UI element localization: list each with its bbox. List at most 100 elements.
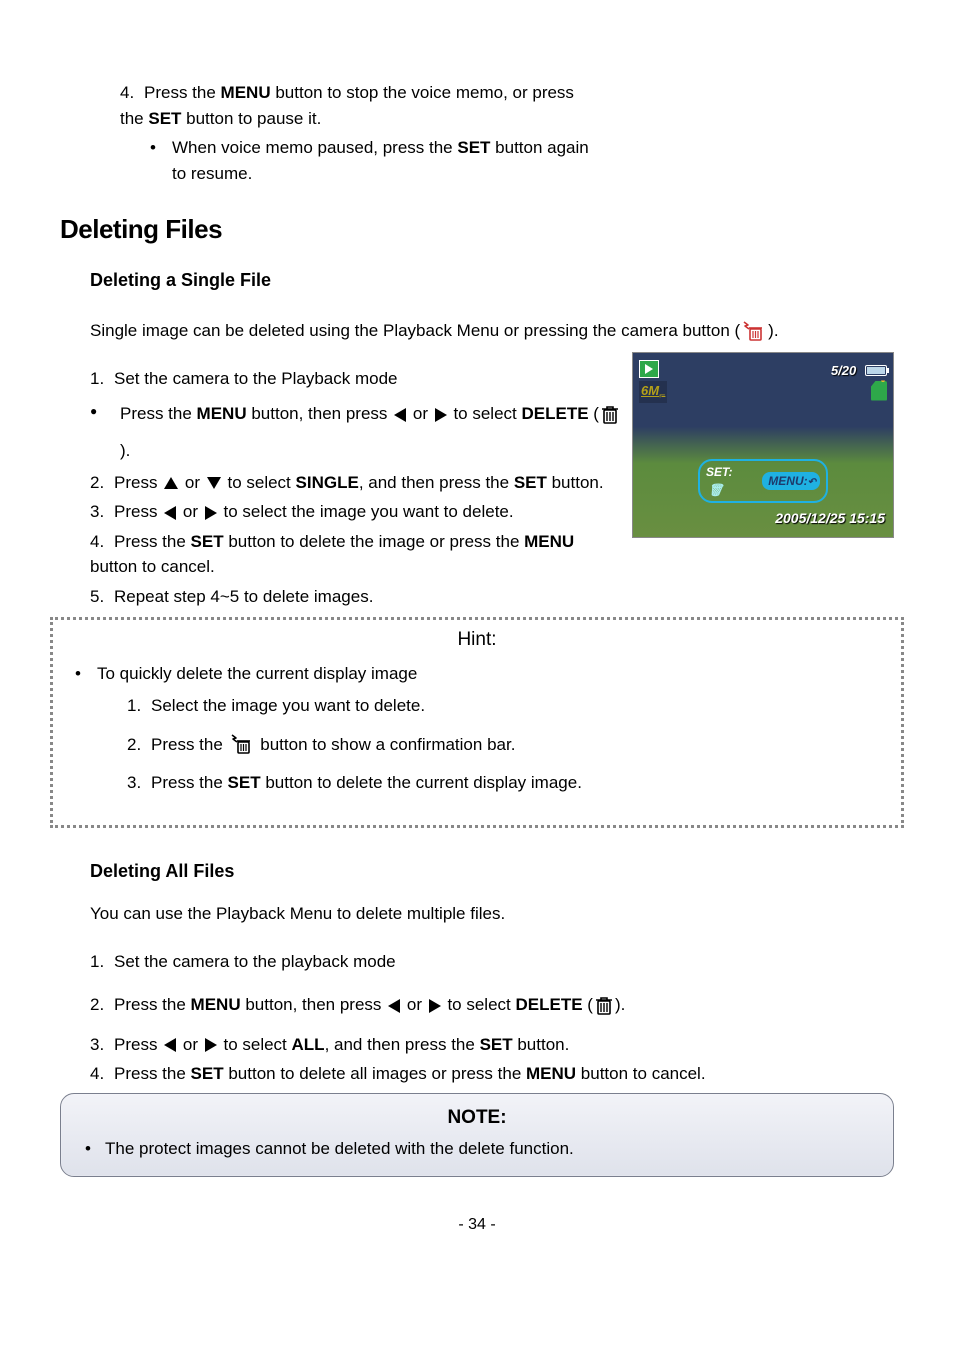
menu-label: MENU bbox=[526, 1064, 576, 1083]
text: ). bbox=[768, 321, 778, 340]
text: or bbox=[178, 502, 203, 521]
image-count: 5/20 bbox=[831, 363, 856, 378]
text: button to delete the current display ima… bbox=[261, 773, 582, 792]
text: Press the bbox=[120, 404, 197, 423]
right-arrow-icon bbox=[435, 408, 447, 422]
text: ( bbox=[583, 995, 593, 1014]
text: button to show a confirmation bar. bbox=[256, 735, 516, 754]
text: button to cancel. bbox=[90, 557, 215, 576]
set-label: SET bbox=[191, 1064, 224, 1083]
text: or bbox=[180, 473, 205, 492]
all-step-4: 4.Press the SET button to delete all ima… bbox=[90, 1061, 894, 1087]
text: ). bbox=[120, 441, 130, 460]
text: button to delete the image or press the bbox=[224, 532, 525, 551]
text: to select bbox=[223, 473, 296, 492]
delete-label: DELETE bbox=[521, 404, 588, 423]
note-body: The protect images cannot be deleted wit… bbox=[81, 1136, 873, 1162]
hint-main: To quickly delete the current display im… bbox=[69, 661, 885, 687]
text: Press the bbox=[151, 735, 228, 754]
all-step-1: 1.Set the camera to the playback mode bbox=[90, 949, 894, 975]
lcd-top-right: 5/20 bbox=[831, 357, 887, 383]
text: button. bbox=[547, 473, 604, 492]
memo-step-4: 4.Press the MENU button to stop the voic… bbox=[120, 80, 590, 131]
note-box: NOTE: The protect images cannot be delet… bbox=[60, 1093, 894, 1177]
down-arrow-icon bbox=[207, 477, 221, 489]
subheading-single: Deleting a Single File bbox=[90, 267, 894, 294]
text: button to pause it. bbox=[181, 109, 321, 128]
page-number: - 34 - bbox=[60, 1213, 894, 1237]
text: Press bbox=[114, 1035, 162, 1054]
text: Press bbox=[114, 502, 162, 521]
subheading-all: Deleting All Files bbox=[90, 858, 894, 885]
note-title: NOTE: bbox=[81, 1104, 873, 1133]
text: When voice memo paused, press the bbox=[172, 138, 457, 157]
left-arrow-icon bbox=[164, 1038, 176, 1052]
hint-step-1: 1.Select the image you want to delete. bbox=[127, 690, 885, 722]
battery-icon bbox=[865, 365, 887, 376]
text: to select bbox=[443, 995, 516, 1014]
hint-title: Hint: bbox=[69, 626, 885, 655]
set-label: SET bbox=[191, 532, 224, 551]
text: Press the bbox=[114, 1064, 191, 1083]
trash-icon bbox=[601, 404, 619, 426]
delete-label: DELETE bbox=[515, 995, 582, 1014]
text: to select bbox=[219, 1035, 292, 1054]
set-label: SET bbox=[457, 138, 490, 157]
right-arrow-icon bbox=[205, 506, 217, 520]
single-step-5: 5.Repeat step 4~5 to delete images. bbox=[90, 584, 894, 610]
memo-sub-bullet: When voice memo paused, press the SET bu… bbox=[172, 135, 590, 186]
menu-label: MENU bbox=[524, 532, 574, 551]
set-label: SET bbox=[480, 1035, 513, 1054]
text: Select the image you want to delete. bbox=[151, 696, 425, 715]
single-label: SINGLE bbox=[296, 473, 359, 492]
text: Set the camera to the Playback mode bbox=[114, 369, 398, 388]
text: Press the bbox=[114, 995, 191, 1014]
text: , and then press the bbox=[359, 473, 514, 492]
all-label: ALL bbox=[292, 1035, 325, 1054]
right-arrow-icon bbox=[429, 999, 441, 1013]
text: or bbox=[178, 1035, 203, 1054]
heading-deleting-files: Deleting Files bbox=[60, 210, 894, 249]
hint-step-2: 2.Press the button to show a confirmatio… bbox=[127, 729, 885, 761]
hint-step-3: 3.Press the SET button to delete the cur… bbox=[127, 767, 885, 799]
text: Set the camera to the playback mode bbox=[114, 952, 396, 971]
text: button, then press bbox=[247, 404, 393, 423]
hint-box: Hint: To quickly delete the current disp… bbox=[50, 617, 904, 828]
all-step-2: 2.Press the MENU button, then press or t… bbox=[90, 992, 894, 1018]
set-label: SET bbox=[228, 773, 261, 792]
set-label: SET bbox=[148, 109, 181, 128]
left-arrow-icon bbox=[394, 408, 406, 422]
text: or bbox=[402, 995, 427, 1014]
text: Press bbox=[114, 473, 162, 492]
trash-icon bbox=[595, 995, 613, 1017]
flash-trash-icon bbox=[742, 320, 766, 344]
text: Single image can be deleted using the Pl… bbox=[90, 321, 740, 340]
text: or bbox=[408, 404, 433, 423]
text: Repeat step 4~5 to delete images. bbox=[114, 587, 373, 606]
text: to select the image you want to delete. bbox=[219, 502, 514, 521]
pill-menu: MENU:↶ bbox=[762, 472, 820, 490]
set-label: SET bbox=[514, 473, 547, 492]
menu-label: MENU bbox=[197, 404, 247, 423]
single-intro: Single image can be deleted using the Pl… bbox=[90, 318, 894, 344]
right-arrow-icon bbox=[205, 1038, 217, 1052]
playback-mode-icon bbox=[639, 360, 659, 378]
menu-label: MENU bbox=[221, 83, 271, 102]
text: ( bbox=[589, 404, 599, 423]
all-intro: You can use the Playback Menu to delete … bbox=[90, 901, 894, 927]
text: Press the bbox=[151, 773, 228, 792]
text: button, then press bbox=[241, 995, 387, 1014]
single-bullet-menu: Press the MENU button, then press or to … bbox=[90, 395, 894, 470]
text: , and then press the bbox=[325, 1035, 480, 1054]
text: to select bbox=[449, 404, 522, 423]
text: button to delete all images or press the bbox=[224, 1064, 526, 1083]
text: Press the bbox=[114, 532, 191, 551]
text: button. bbox=[513, 1035, 570, 1054]
text: ). bbox=[615, 995, 625, 1014]
lcd-timestamp: 2005/12/25 15:15 bbox=[775, 508, 885, 529]
text: button to cancel. bbox=[576, 1064, 705, 1083]
all-step-3: 3.Press or to select ALL, and then press… bbox=[90, 1032, 894, 1058]
left-arrow-icon bbox=[388, 999, 400, 1013]
menu-label: MENU bbox=[191, 995, 241, 1014]
left-arrow-icon bbox=[164, 506, 176, 520]
